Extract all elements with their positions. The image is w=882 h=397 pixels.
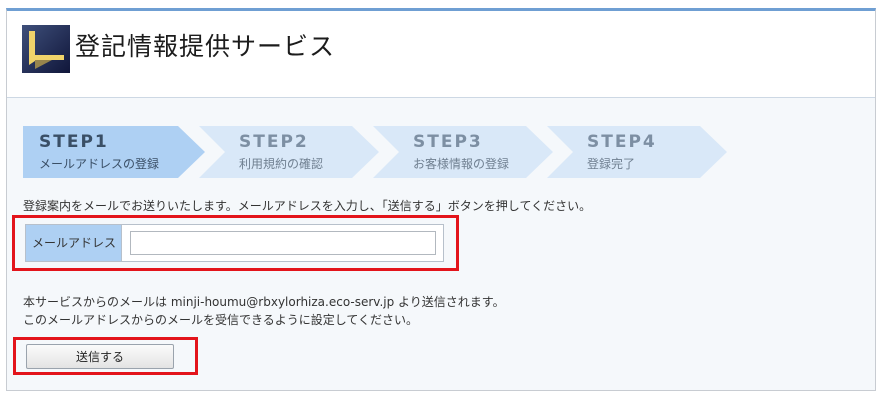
step-3-number: STEP3 <box>413 132 483 152</box>
email-field-label: メールアドレス <box>26 225 122 261</box>
email-input[interactable] <box>130 231 436 255</box>
step-2-label: 利用規約の確認 <box>239 157 324 171</box>
email-form-row: メールアドレス <box>25 224 444 262</box>
step-4: STEP4 登録完了 <box>547 126 732 178</box>
site-header: 登記情報提供サービス <box>7 11 875 98</box>
step-4-label: 登録完了 <box>587 157 636 171</box>
page-title: 登記情報提供サービス <box>75 32 336 61</box>
step-2-number: STEP2 <box>239 132 309 152</box>
step-3-label: お客様情報の登録 <box>413 157 510 171</box>
step-3: STEP3 お客様情報の登録 <box>373 126 558 178</box>
step-2: STEP2 利用規約の確認 <box>199 126 384 178</box>
tower-logo-icon <box>22 25 70 73</box>
notice-line-1: 本サービスからのメールは minji-houmu@rbxylorhiza.eco… <box>23 295 505 309</box>
page-frame: 登記情報提供サービス STEP1 メールアドレスの登録 STEP2 利用規約の確… <box>6 8 876 391</box>
step-1-label: メールアドレスの登録 <box>39 157 160 171</box>
step-1: STEP1 メールアドレスの登録 <box>23 126 208 178</box>
submit-button[interactable]: 送信する <box>26 344 174 369</box>
notice-line-2: このメールアドレスからのメールを受信できるように設定してください。 <box>23 313 419 327</box>
step-1-number: STEP1 <box>39 132 109 152</box>
step-4-number: STEP4 <box>587 132 657 152</box>
instruction-text: 登録案内をメールでお送りいたします。メールアドレスを入力し、「送信する」ボタンを… <box>23 199 592 213</box>
step-progress-bar: STEP1 メールアドレスの登録 STEP2 利用規約の確認 STEP3 お客様… <box>23 126 727 178</box>
